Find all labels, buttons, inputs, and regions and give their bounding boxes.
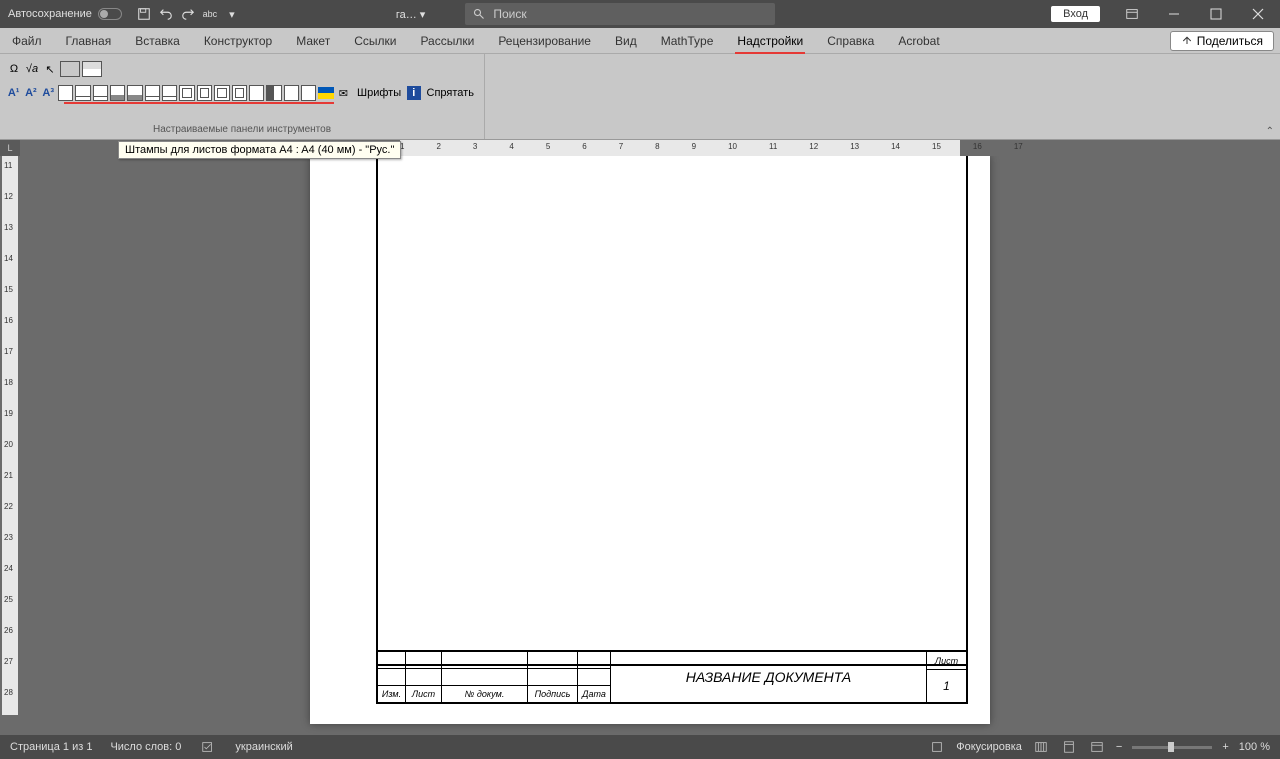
status-bar: Страница 1 из 1 Число слов: 0 украинский… [0,735,1280,759]
workspace: 111213141516171819202122232425262728 Изм… [0,156,1280,735]
close-icon[interactable] [1238,0,1278,28]
read-mode-icon[interactable] [1032,738,1050,756]
stamp-10-button[interactable] [214,85,229,101]
tooltip: Штампы для листов формата A4 : A4 (40 мм… [118,141,401,159]
redo-icon[interactable] [180,6,196,22]
collapse-ribbon-icon[interactable]: ⌃ [1266,126,1274,137]
undo-icon[interactable] [158,6,174,22]
hide-button[interactable]: Спрятать [423,87,478,99]
toggle-switch[interactable] [98,8,122,20]
status-words[interactable]: Число слов: 0 [110,741,181,753]
zoom-out-button[interactable]: − [1116,741,1122,753]
document-area[interactable]: Изм. Лист № докум. Подпись Дата НАЗВАНИЕ… [20,156,1280,735]
tab-design[interactable]: Конструктор [192,28,284,53]
ruler-corner[interactable]: L [0,140,20,156]
page[interactable]: Изм. Лист № докум. Подпись Дата НАЗВАНИЕ… [310,156,990,724]
stamp-3-button[interactable] [93,85,108,101]
stamp-izm: Изм. [378,686,406,702]
stamp-5-button[interactable] [127,85,142,101]
stamp-list: Лист [406,686,442,702]
titlebar-right: Вход [1051,0,1280,28]
zoom-in-button[interactable]: + [1222,741,1228,753]
autosave-toggle[interactable]: Автосохранение [0,8,130,20]
title-block: Изм. Лист № докум. Подпись Дата НАЗВАНИЕ… [376,650,968,704]
format-a1-icon[interactable]: A¹ [6,85,21,101]
search-placeholder: Поиск [493,7,526,21]
status-language[interactable]: украинский [235,741,292,753]
frame1-icon[interactable] [60,61,80,77]
tab-review[interactable]: Рецензирование [486,28,603,53]
spellcheck-icon[interactable]: abc [202,6,218,22]
quick-access-toolbar: abc ▾ [130,6,246,22]
ribbon-display-icon[interactable] [1112,0,1152,28]
spellcheck-status-icon[interactable] [199,738,217,756]
ribbon-group-label: Настраиваемые панели инструментов [6,120,478,139]
tab-insert[interactable]: Вставка [123,28,192,53]
envelope-icon[interactable]: ✉ [336,85,351,101]
stamp-8-button[interactable] [179,85,194,101]
stamp-2-button[interactable] [75,85,90,101]
tab-mathtype[interactable]: MathType [649,28,726,53]
cursor-icon[interactable]: ↖ [42,61,58,77]
tab-help[interactable]: Справка [815,28,886,53]
share-icon [1181,35,1193,47]
document-title: га… ▾ [246,8,465,21]
login-button[interactable]: Вход [1051,6,1100,22]
stamp-9-button[interactable] [197,85,212,101]
zoom-level[interactable]: 100 % [1239,741,1270,753]
stamp-15-button[interactable] [301,85,316,101]
minimize-icon[interactable] [1154,0,1194,28]
maximize-icon[interactable] [1196,0,1236,28]
status-page[interactable]: Страница 1 из 1 [10,741,92,753]
stamp-13-button[interactable] [266,85,281,101]
tab-addins[interactable]: Надстройки [725,28,815,53]
frame2-icon[interactable] [82,61,102,77]
save-icon[interactable] [136,6,152,22]
qat-dropdown-icon[interactable]: ▾ [224,6,240,22]
status-focus[interactable]: Фокусировка [956,741,1022,753]
tab-home[interactable]: Главная [54,28,124,53]
focus-icon[interactable] [928,738,946,756]
tab-layout[interactable]: Макет [284,28,342,53]
share-button[interactable]: Поделиться [1170,31,1274,51]
zoom-slider[interactable] [1132,746,1212,749]
stamp-7-button[interactable] [162,85,177,101]
ruler-vertical: 111213141516171819202122232425262728 [0,156,20,735]
autosave-label: Автосохранение [8,8,92,20]
ribbon-tabs: Файл Главная Вставка Конструктор Макет С… [0,28,1280,54]
stamp-title: НАЗВАНИЕ ДОКУМЕНТА [610,652,926,702]
search-input[interactable]: Поиск [465,3,775,25]
info-icon[interactable]: i [407,86,420,100]
ribbon-content: Ω √a ↖ A¹ A² A³ ✉ Шриф [0,54,1280,140]
stamp-1-button[interactable] [58,85,73,101]
stamp-sheet-label: Лист [927,652,966,670]
search-icon [473,8,485,20]
omega-icon[interactable]: Ω [6,61,22,77]
format-a3-icon[interactable]: A³ [41,85,56,101]
stamp-sign: Подпись [528,686,578,702]
ribbon-group-toolbars: Ω √a ↖ A¹ A² A³ ✉ Шриф [0,54,485,139]
stamp-14-button[interactable] [284,85,299,101]
flag-ukraine-icon[interactable] [318,87,333,99]
stamp-4-button[interactable] [110,85,125,101]
tab-acrobat[interactable]: Acrobat [886,28,951,53]
drawing-frame [376,156,968,666]
stamp-12-button[interactable] [249,85,264,101]
tab-view[interactable]: Вид [603,28,649,53]
stamp-11-button[interactable] [232,85,247,101]
print-layout-icon[interactable] [1060,738,1078,756]
tab-file[interactable]: Файл [0,28,54,53]
stamp-sheet-num: 1 [927,670,966,702]
format-a2-icon[interactable]: A² [23,85,38,101]
sqrt-icon[interactable]: √a [24,61,40,77]
stamp-date: Дата [578,686,610,702]
stamp-6-button[interactable] [145,85,160,101]
tab-mailings[interactable]: Рассылки [408,28,486,53]
web-layout-icon[interactable] [1088,738,1106,756]
fonts-button[interactable]: Шрифты [353,87,405,99]
title-bar: Автосохранение abc ▾ га… ▾ Поиск Вход [0,0,1280,28]
stamp-docnum: № докум. [442,686,528,702]
tab-references[interactable]: Ссылки [342,28,408,53]
